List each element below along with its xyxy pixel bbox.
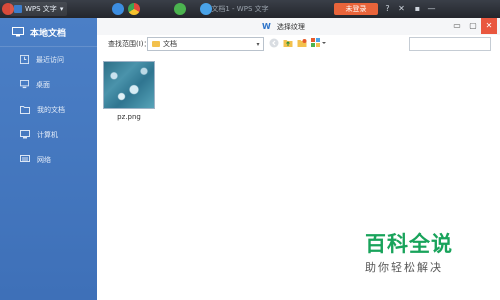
sidebar-header[interactable]: 本地文档 xyxy=(0,18,97,47)
wps-w-icon: W xyxy=(262,22,271,31)
sidebar-item-network[interactable]: 网络 xyxy=(0,147,97,172)
minimize-app-icon[interactable]: — xyxy=(426,3,437,15)
dialog-titlebar: W 选择纹理 ▭ ▢ ✕ xyxy=(97,18,500,35)
look-in-value: 文档 xyxy=(163,40,177,48)
file-item[interactable]: pz.png xyxy=(103,61,155,121)
folder-icon xyxy=(152,41,160,47)
sidebar-item-computer[interactable]: 计算机 xyxy=(0,122,97,147)
help-icon[interactable]: ? xyxy=(382,3,393,15)
back-icon[interactable] xyxy=(269,38,279,48)
close-icon[interactable]: ✕ xyxy=(481,18,497,34)
up-folder-icon[interactable] xyxy=(283,38,293,48)
look-in-label: 查找范围(I)： xyxy=(108,40,151,48)
sidebar-item-recent[interactable]: 最近访问 xyxy=(0,47,97,72)
computer-icon xyxy=(12,27,24,37)
taskbar-icon-blue[interactable] xyxy=(112,3,124,15)
maximize-icon[interactable]: ▢ xyxy=(465,18,481,34)
dialog-title-group: W 选择纹理 xyxy=(262,20,305,33)
wps-taskbar-button[interactable]: WPS 文字 ▾ xyxy=(10,2,68,16)
image-thumbnail xyxy=(103,61,155,109)
taskbar-icon-green[interactable] xyxy=(174,3,186,15)
sidebar-item-label: 计算机 xyxy=(37,130,58,139)
chevron-down-icon: ▾ xyxy=(59,5,64,13)
sidebar-item-label: 网络 xyxy=(37,155,51,164)
look-in-select[interactable]: 文档 ▾ xyxy=(147,37,264,51)
taskbar-icon-lightblue[interactable] xyxy=(200,3,212,15)
network-icon xyxy=(20,155,30,162)
computer-icon xyxy=(20,130,30,139)
sidebar-title: 本地文档 xyxy=(30,28,67,39)
watermark-title: 百科全说 xyxy=(365,232,453,256)
folder-icon xyxy=(20,106,30,114)
wps-logo-icon xyxy=(14,5,22,13)
minimize-icon[interactable]: ▭ xyxy=(449,18,465,34)
pin-icon[interactable]: ▪ xyxy=(412,3,423,15)
watermark: 百科全说 助你轻松解决 xyxy=(365,228,475,275)
watermark-subtitle: 助你轻松解决 xyxy=(365,261,443,274)
desktop-icon xyxy=(20,80,29,89)
chevron-down-icon: ▾ xyxy=(256,40,260,48)
taskbar-icon-chrome[interactable] xyxy=(128,3,140,15)
search-input[interactable] xyxy=(409,37,491,51)
file-name: pz.png xyxy=(117,113,141,121)
new-folder-icon[interactable] xyxy=(297,38,307,48)
clock-icon xyxy=(20,55,29,64)
desktop-taskbar: WPS 文字 ▾ 文档1 - WPS 文字 未登录 ? ✕ ▪ — xyxy=(0,0,500,18)
dialog-title: 选择纹理 xyxy=(276,22,305,31)
close-doc-icon[interactable]: ✕ xyxy=(396,3,407,15)
sidebar-item-label: 桌面 xyxy=(36,80,50,89)
sidebar-item-label: 最近访问 xyxy=(36,55,64,64)
sidebar-item-my-documents[interactable]: 我的文档 xyxy=(0,97,97,122)
dialog-toolbar: 查找范围(I)： 文档 ▾ xyxy=(97,35,500,53)
taskbar-app-label: WPS 文字 xyxy=(25,5,57,13)
view-menu-icon[interactable] xyxy=(311,38,327,48)
sidebar-item-desktop[interactable]: 桌面 xyxy=(0,72,97,97)
login-button[interactable]: 未登录 xyxy=(334,3,378,15)
sidebar: 本地文档 最近访问 桌面 我的文档 计算机 网络 xyxy=(0,18,97,300)
sidebar-item-label: 我的文档 xyxy=(37,105,65,114)
